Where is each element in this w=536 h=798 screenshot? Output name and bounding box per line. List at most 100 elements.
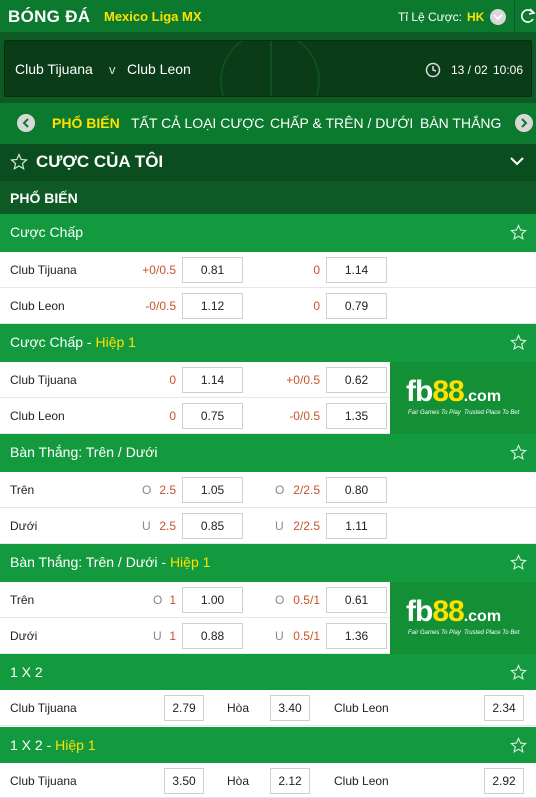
market-tabs: PHỔ BIẾN TẤT CẢ LOẠI CƯỢC CHẤP & TRÊN / … [0,103,536,144]
odds-format-dropdown[interactable] [490,9,506,25]
over-under-prefix: U [153,629,162,643]
tabs-scroll-right[interactable] [515,114,533,132]
fb88-ad-banner[interactable]: fb88.com Fair Games To Play Trusted Plac… [390,582,536,654]
star-icon[interactable] [510,554,527,571]
goal-line: 1 [169,629,176,643]
odds-button[interactable]: 3.40 [270,695,310,721]
odds-button[interactable]: 0.75 [182,403,243,429]
divider [514,0,515,33]
selection-label: Club Leon [10,299,65,313]
selection-label: Club Tijuana [10,373,77,387]
odds-button[interactable]: 0.88 [182,623,243,649]
tab-handicap-over-under[interactable]: CHẤP & TRÊN / DƯỚI [270,115,413,131]
handicap-value: +0/0.5 [142,263,176,277]
odds-button[interactable]: 2.34 [484,695,524,721]
match-date: 13 / 02 [451,63,488,77]
draw-label: Hòa [227,774,250,788]
fb88-ad-banner[interactable]: fb88.com Fair Games To Play Trusted Plac… [390,362,536,434]
chevron-down-icon [493,14,503,21]
odds-button[interactable]: 0.85 [182,513,243,539]
fb88-logo: fb88.com [406,595,502,628]
league-name[interactable]: Mexico Liga MX [104,9,202,24]
popular-heading: PHỔ BIẾN [0,180,536,215]
market-header[interactable]: Cược Chấp - Hiệp 1 [0,324,536,362]
refresh-icon[interactable] [520,7,536,25]
match-header: Club Tijuana v Club Leon 13 / 02 10:06 [0,33,536,103]
odds-button[interactable]: 2.79 [164,695,204,721]
my-bets-title: CƯỢC CỦA TÔI [36,152,164,171]
odds-button[interactable]: 0.81 [182,257,243,283]
selection-label: Trên [10,483,35,497]
star-icon[interactable] [510,737,527,754]
away-label: Club Leon [334,701,389,715]
selection-label: Club Leon [10,409,65,423]
home-label: Club Tijuana [10,701,77,715]
odds-button[interactable]: 2.12 [270,768,310,794]
star-icon[interactable] [510,224,527,241]
market-title: Cược Chấp - Hiệp 1 [10,334,136,350]
goal-line: 2.5 [159,519,176,533]
over-under-prefix: U [275,519,284,533]
selection-label: Dưới [10,629,38,643]
clock-icon [425,62,441,78]
chevron-down-icon[interactable] [510,156,524,166]
handicap-value: -0/0.5 [289,409,320,423]
star-icon [10,153,28,170]
market-header[interactable]: Cược Chấp [0,214,536,252]
odds-row: Club Tijuana +0/0.5 0.81 0 1.14 [0,252,536,288]
star-icon[interactable] [510,334,527,351]
odds-row: Club Tijuana 2.79 Hòa 3.40 Club Leon 2.3… [0,690,536,726]
popular-title: PHỔ BIẾN [10,190,78,206]
goal-line: 2/2.5 [293,519,320,533]
market-header[interactable]: 1 X 2 - Hiệp 1 [0,727,536,765]
handicap-value: 0 [169,373,176,387]
over-under-prefix: O [153,593,163,607]
odds-button[interactable]: 1.12 [182,293,243,319]
odds-button[interactable]: 0.62 [326,367,387,393]
market-header[interactable]: Bàn Thắng: Trên / Dưới [0,434,536,472]
market-title: Bàn Thắng: Trên / Dưới [10,444,158,460]
home-team: Club Tijuana [15,61,93,77]
star-icon[interactable] [510,444,527,461]
over-under-prefix: O [275,483,285,497]
ad-tagline: Fair Games To Play [408,410,461,416]
odds-button[interactable]: 1.00 [182,587,243,613]
tab-popular[interactable]: PHỔ BIẾN [52,115,120,131]
odds-button[interactable]: 1.35 [326,403,387,429]
handicap-value: 0 [313,299,320,313]
odds-row: Trên O 2.5 1.05 O 2/2.5 0.80 [0,472,536,508]
selection-label: Club Tijuana [10,263,77,277]
handicap-value: -0/0.5 [145,299,176,313]
odds-button[interactable]: 3.50 [164,768,204,794]
versus-label: v [109,62,116,77]
odds-button[interactable]: 0.61 [326,587,387,613]
goal-line: 2.5 [159,483,176,497]
tab-goals[interactable]: BÀN THẮNG [420,115,501,131]
market-header[interactable]: Bàn Thắng: Trên / Dưới - Hiệp 1 [0,544,536,582]
odds-format-value[interactable]: HK [467,10,484,24]
selection-label: Trên [10,593,35,607]
odds-button[interactable]: 0.79 [326,293,387,319]
chevron-right-icon [521,118,528,128]
tabs-scroll-left[interactable] [17,114,35,132]
star-icon[interactable] [510,664,527,681]
chevron-left-icon [22,118,29,128]
odds-row: Club Tijuana 3.50 Hòa 2.12 Club Leon 2.9… [0,763,536,798]
pitch-center-line [270,41,272,96]
my-bets-bar[interactable]: CƯỢC CỦA TÔI [0,144,536,180]
odds-button[interactable]: 2.92 [484,768,524,794]
handicap-value: 0 [313,263,320,277]
odds-button[interactable]: 1.14 [326,257,387,283]
odds-button[interactable]: 0.80 [326,477,387,503]
odds-button[interactable]: 1.14 [182,367,243,393]
tab-all-bets[interactable]: TẤT CẢ LOẠI CƯỢC [131,115,264,131]
odds-row: Dưới U 2.5 0.85 U 2/2.5 1.11 [0,508,536,544]
draw-label: Hòa [227,701,250,715]
market-title: Bàn Thắng: Trên / Dưới - Hiệp 1 [10,554,211,570]
odds-button[interactable]: 1.11 [326,513,387,539]
ad-tagline: Trusted Place To Bet [464,410,520,416]
market-header[interactable]: 1 X 2 [0,654,536,692]
odds-button[interactable]: 1.05 [182,477,243,503]
odds-button[interactable]: 1.36 [326,623,387,649]
goal-line: 2/2.5 [293,483,320,497]
